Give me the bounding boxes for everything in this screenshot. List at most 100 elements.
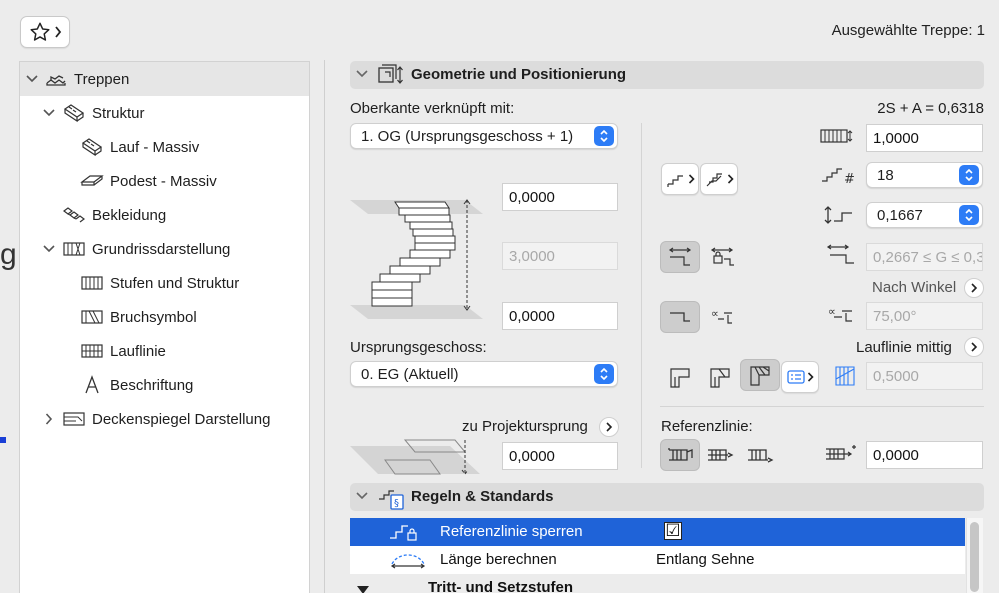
chevron-right-icon — [727, 174, 734, 184]
project-zero-field[interactable] — [502, 442, 618, 470]
chord-length-icon — [388, 548, 428, 576]
tree-item-struktur[interactable]: Struktur — [20, 96, 309, 130]
chevron-right-icon — [971, 342, 978, 352]
chevron-right-icon — [807, 372, 814, 382]
chevron-down-icon[interactable] — [42, 242, 56, 256]
top-offset-field[interactable] — [502, 183, 618, 211]
riser-height-icon — [820, 203, 856, 231]
tree-item-lauf-massiv[interactable]: Lauf - Massiv — [20, 130, 309, 164]
stair-elevation-diagram — [350, 180, 490, 330]
section-title: Regeln & Standards — [411, 488, 554, 505]
column-separator — [641, 123, 642, 468]
rule-row-lock-reference[interactable]: Referenzlinie sperren ☑ — [350, 518, 965, 546]
tree-item-lauflinie[interactable]: Lauflinie — [20, 334, 309, 368]
tree-item-bruchsymbol[interactable]: Bruchsymbol — [20, 300, 309, 334]
top-link-select[interactable]: 1. OG (Ursprungsgeschoss + 1) — [350, 123, 618, 149]
going-lock-button[interactable] — [702, 241, 742, 273]
angle-field-icon: ∝ — [826, 303, 858, 331]
section-title: Geometrie und Positionierung — [411, 66, 627, 83]
reference-left-button[interactable] — [660, 439, 700, 471]
reference-right-icon — [748, 449, 774, 463]
going-width-lock-button[interactable] — [660, 241, 700, 273]
riser-count-select[interactable]: 18 — [866, 162, 983, 188]
walking-line-icon — [80, 341, 104, 361]
flight-width-field[interactable] — [866, 124, 983, 152]
tree-item-label: Treppen — [74, 70, 130, 88]
lock-reference-checkbox[interactable]: ☑ — [664, 522, 682, 540]
bottom-offset-field[interactable] — [502, 302, 618, 330]
rules-icon: § — [377, 485, 407, 515]
riser-height-select[interactable]: 0,1667 — [866, 202, 983, 228]
tree-item-stufen-und-struktur[interactable]: Stufen und Struktur — [20, 266, 309, 300]
tree-item-treppen[interactable]: Treppen — [20, 62, 309, 96]
walkline-options-button[interactable] — [781, 361, 819, 393]
tread-depth-button[interactable] — [660, 301, 700, 333]
landing-type-icon — [670, 368, 690, 388]
tree-item-grundrissdarstellung[interactable]: Grundrissdarstellung — [20, 232, 309, 266]
star-icon — [29, 22, 50, 41]
project-zero-diagram — [350, 436, 490, 478]
landing-type-button-2[interactable] — [700, 361, 740, 393]
svg-text:§: § — [394, 498, 399, 509]
by-angle-menu-button[interactable] — [964, 278, 984, 298]
chevron-right-icon — [606, 422, 613, 432]
section-header-rules[interactable]: § Regeln & Standards — [350, 483, 984, 511]
going-range-field[interactable] — [866, 243, 983, 271]
chevron-down-icon[interactable] — [355, 67, 369, 85]
landing-icon — [80, 171, 104, 191]
panel-divider[interactable] — [324, 60, 325, 593]
reference-offset-field[interactable] — [866, 441, 983, 469]
walkline-menu-button[interactable] — [964, 337, 984, 357]
walkline-offset-field[interactable] — [866, 362, 983, 390]
home-story-value: 0. EG (Aktuell) — [361, 365, 459, 383]
section-header-geometry[interactable]: Geometrie und Positionierung — [350, 61, 984, 89]
clipped-background-glyph: g — [0, 238, 17, 271]
cladding-icon — [62, 205, 86, 225]
label-icon — [80, 375, 104, 395]
chevron-down-icon[interactable] — [42, 106, 56, 120]
tree-item-deckenspiegel-darstellung[interactable]: Deckenspiegel Darstellung — [20, 402, 309, 436]
select-arrows-icon — [959, 165, 979, 185]
tread-depth-icon — [670, 312, 690, 322]
flight-icon — [80, 137, 104, 157]
tree-item-beschriftung[interactable]: Beschriftung — [20, 368, 309, 402]
stair-height-field[interactable] — [502, 242, 618, 270]
treads-icon — [80, 273, 104, 293]
row-separator — [660, 406, 984, 407]
chevron-right-icon — [688, 174, 695, 184]
stair-type-button-2[interactable] — [700, 163, 738, 195]
landing-type-button-3[interactable] — [740, 359, 780, 391]
stair-type-button-1[interactable] — [661, 163, 699, 195]
tree-item-podest-massiv[interactable]: Podest - Massiv — [20, 164, 309, 198]
select-arrows-icon — [959, 205, 979, 225]
home-story-select[interactable]: 0. EG (Aktuell) — [350, 361, 618, 387]
floor-plan-icon — [62, 239, 86, 259]
top-link-value: 1. OG (Ursprungsgeschoss + 1) — [361, 127, 574, 145]
rule-label: Referenzlinie sperren — [440, 523, 583, 540]
reference-offset-icon — [824, 443, 864, 471]
settings-tree-panel: Treppen Struktur Lauf - Massiv Podest - … — [19, 61, 310, 593]
tree-item-label: Struktur — [92, 104, 145, 122]
triangle-down-icon[interactable] — [356, 582, 370, 593]
reference-right-button[interactable] — [740, 439, 780, 471]
favorites-button[interactable] — [20, 16, 70, 48]
angle-button[interactable]: ∝ — [702, 301, 742, 333]
tree-item-bekleidung[interactable]: Bekleidung — [20, 198, 309, 232]
angle-field[interactable] — [866, 302, 983, 330]
chevron-down-icon[interactable] — [355, 489, 369, 507]
chevron-down-icon[interactable] — [25, 72, 39, 86]
rule-value[interactable]: Entlang Sehne — [656, 551, 754, 568]
rules-table: Referenzlinie sperren ☑ Länge berechnen … — [350, 518, 965, 593]
reference-center-button[interactable] — [700, 439, 740, 471]
tree-item-label: Grundrissdarstellung — [92, 240, 231, 258]
rules-scroll-thumb[interactable] — [970, 522, 979, 592]
landing-type-button-1[interactable] — [660, 361, 700, 393]
winder-icon — [750, 366, 770, 386]
stair-icon — [44, 69, 68, 89]
rule-row-calculate-length[interactable]: Länge berechnen Entlang Sehne — [350, 546, 965, 574]
rule-group-treads-risers[interactable]: Tritt- und Setzstufen — [350, 574, 965, 593]
reference-center-icon — [708, 449, 734, 461]
project-zero-menu-button[interactable] — [599, 417, 619, 437]
landing-turn-icon — [710, 368, 730, 388]
chevron-right-icon[interactable] — [42, 412, 56, 426]
